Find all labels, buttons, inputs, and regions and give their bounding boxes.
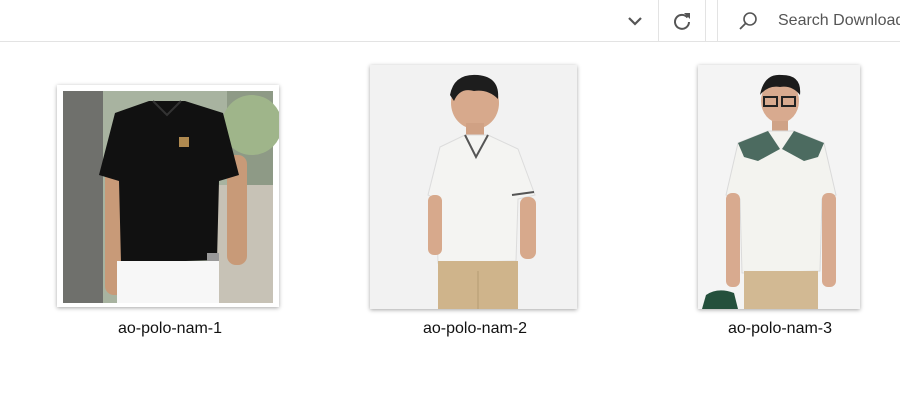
explorer-toolbar bbox=[0, 0, 900, 42]
file-thumbnail[interactable] bbox=[698, 65, 860, 309]
file-tile[interactable]: ao-polo-nam-2 bbox=[365, 63, 585, 353]
file-tile[interactable]: ao-polo-nam-3 bbox=[670, 63, 890, 353]
file-name: ao-polo-nam-1 bbox=[117, 320, 223, 337]
file-tile[interactable]: ao-polo-nam-1 bbox=[57, 63, 280, 353]
file-thumbnail[interactable] bbox=[57, 85, 279, 307]
search-box[interactable] bbox=[717, 0, 900, 41]
history-dropdown-button[interactable] bbox=[614, 0, 656, 41]
chevron-down-icon bbox=[628, 16, 642, 26]
search-icon bbox=[738, 9, 762, 33]
file-name: ao-polo-nam-3 bbox=[727, 320, 833, 337]
refresh-button[interactable] bbox=[658, 0, 706, 41]
refresh-icon bbox=[674, 12, 690, 30]
file-name: ao-polo-nam-2 bbox=[422, 320, 528, 337]
file-thumbnail[interactable] bbox=[370, 65, 577, 309]
search-input[interactable] bbox=[778, 11, 900, 30]
